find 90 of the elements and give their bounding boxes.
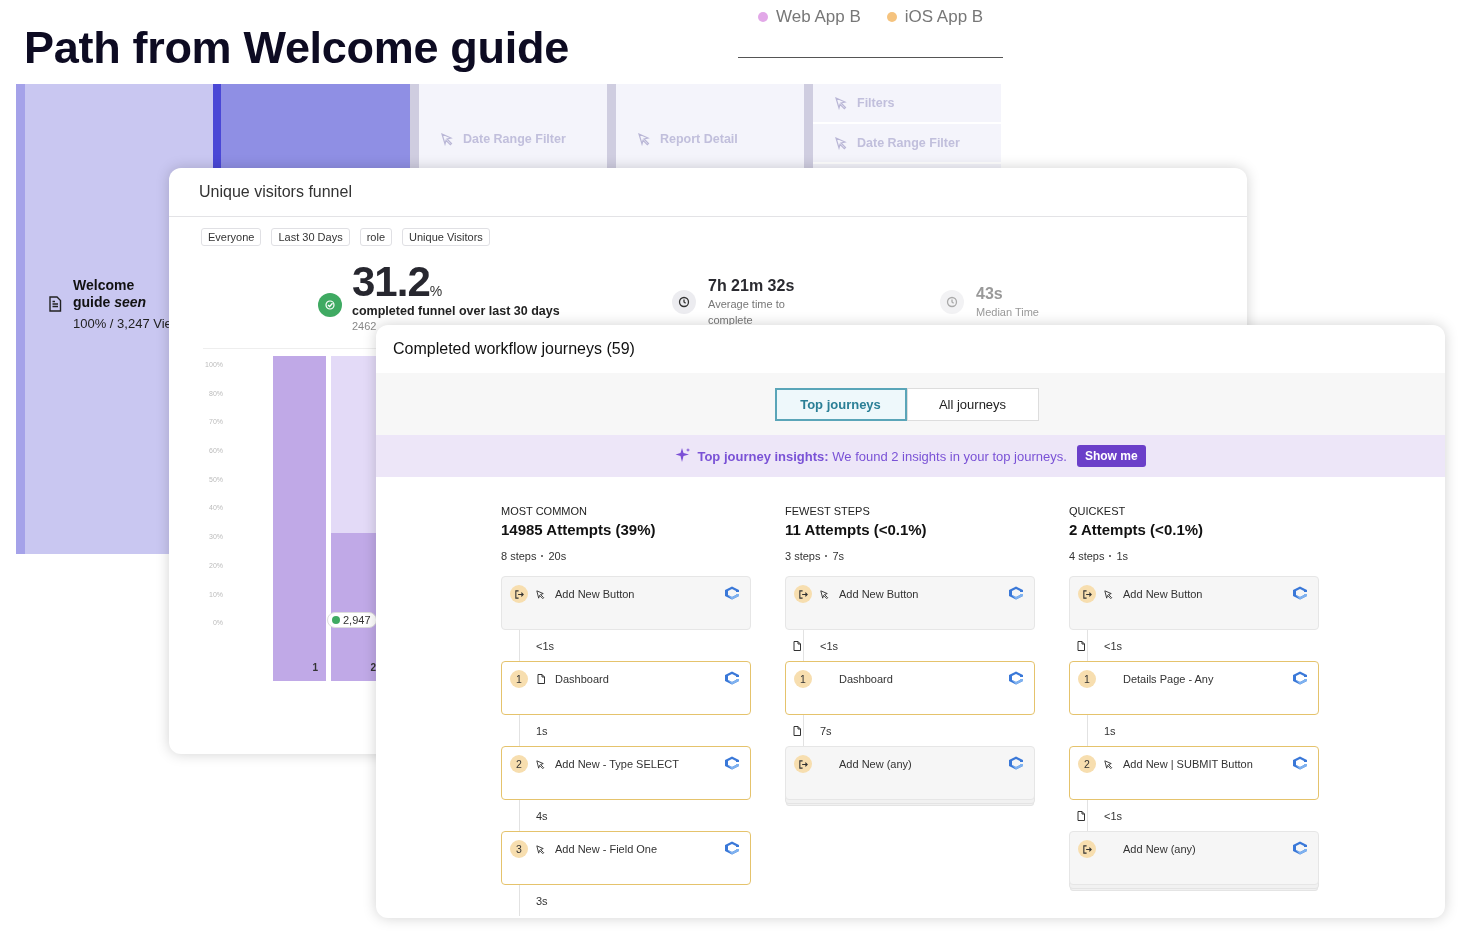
bar-label: 2 [370,662,376,673]
journey-step-card[interactable]: Add New Button [1069,576,1319,630]
tab[interactable]: All journeys [906,387,1039,421]
step-label: Add New | SUBMIT Button [1123,757,1254,772]
legend-label: Web App B [776,7,861,27]
column-label: MOST COMMON [501,505,588,517]
time-label: Median Time [976,304,1040,320]
app-logo-icon [1292,756,1308,770]
tab[interactable]: Top journeys [774,387,907,421]
status-dot-icon [332,616,340,624]
steps-count: 8 steps [501,550,537,562]
attempts-count: 2 Attempts (<0.1%) [1069,521,1205,538]
filter-chip[interactable]: Everyone [201,228,262,246]
filter-chip[interactable]: Last 30 Days [271,228,350,246]
card-title: Completed workflow journeys (59) [392,339,636,359]
step-number: 3 [510,840,528,858]
time-value: 43s [976,284,1004,303]
document-icon [48,296,62,312]
step-label: Add New Button [555,587,636,602]
journey-step-card[interactable]: 1 Details Page - Any [1069,661,1319,715]
step-label: Details Page - Any [1123,672,1215,687]
attempts-count: 14985 Attempts (39%) [501,521,657,538]
card-title: Unique visitors funnel [169,168,1247,217]
step-duration: 3s [536,894,548,907]
step-duration: <1s [536,639,555,652]
step-number: 2 [510,755,528,773]
app-logo-icon [724,586,740,600]
step-label: Add New (any) [839,757,913,772]
duration: 7s [832,550,845,562]
step-label: Add New - Field One [555,842,659,857]
cursor-icon [637,132,651,146]
filter-chip[interactable]: role [359,228,393,246]
step-duration: <1s [1104,639,1123,652]
conversion-unit: % [429,283,443,299]
legend-label: iOS App B [904,7,984,27]
journey-step-card[interactable]: 1 Dashboard [501,661,751,715]
journey-step-card[interactable]: Add New Button [785,576,1035,630]
app-logo-icon [1008,756,1024,770]
step-label: Add New - Type SELECT [555,757,680,772]
duration: 20s [548,550,567,562]
cursor-icon [834,96,848,110]
conversion-label: completed funnel over last 30 days [352,304,560,318]
value-badge: 2,947 [327,612,377,628]
step-number: 2 [1078,755,1096,773]
page-title: Path from Welcome guide [24,22,569,74]
step-duration: <1s [1104,809,1123,822]
app-logo-icon [1292,671,1308,685]
cursor-icon [834,136,848,150]
show-me-button[interactable]: Show me [1076,445,1146,467]
app-logo-icon [724,671,740,685]
app-logo-icon [1292,841,1308,855]
app-logo-icon [724,841,740,855]
conversion-detail: 2462 [352,320,378,332]
journey-step-card[interactable]: Add New Button [501,576,751,630]
step-label: Add New Button [1123,587,1204,602]
steps-count: 3 steps [785,550,821,562]
app-logo-icon [1008,671,1024,685]
cursor-icon [440,132,454,146]
step-duration: 7s [820,724,832,737]
time-value: 7h 21m 32s [708,276,795,295]
journey-step-card[interactable]: 2 Add New - Type SELECT [501,746,751,800]
step-number: 1 [510,670,528,688]
insight-text: Top journey insights: We found 2 insights in your top journeys. [697,448,1067,464]
time-label: Average time to complete [708,296,786,328]
bar-label: 1 [312,662,318,673]
step-duration: 1s [536,724,548,737]
conversion-value: 31.2 [352,262,430,302]
step-number: 1 [1078,670,1096,688]
step-number: 1 [794,670,812,688]
journey-step-card[interactable]: 3 Add New - Field One [501,831,751,885]
column-label: FEWEST STEPS [785,505,871,517]
step-label: Welcome guide seen [73,277,148,311]
step-duration: 4s [536,809,548,822]
step-label: Dashboard [555,672,610,687]
step-duration: 1s [1104,724,1116,737]
app-logo-icon [1008,586,1024,600]
filter-chip[interactable]: Unique Visitors [402,228,490,246]
column-label: QUICKEST [1069,505,1127,517]
step-label: Dashboard [839,672,894,687]
attempts-count: 11 Attempts (<0.1%) [785,521,928,538]
check-icon [318,293,342,317]
steps-count: 4 steps [1069,550,1105,562]
duration: 1s [1116,550,1129,562]
step-label: Add New Button [839,587,920,602]
app-logo-icon [1292,586,1308,600]
app-logo-icon [724,756,740,770]
journey-step-card[interactable]: 2 Add New | SUBMIT Button [1069,746,1319,800]
step-duration: <1s [820,639,839,652]
step-label: Add New (any) [1123,842,1197,857]
journey-step-card[interactable]: 1 Dashboard [785,661,1035,715]
